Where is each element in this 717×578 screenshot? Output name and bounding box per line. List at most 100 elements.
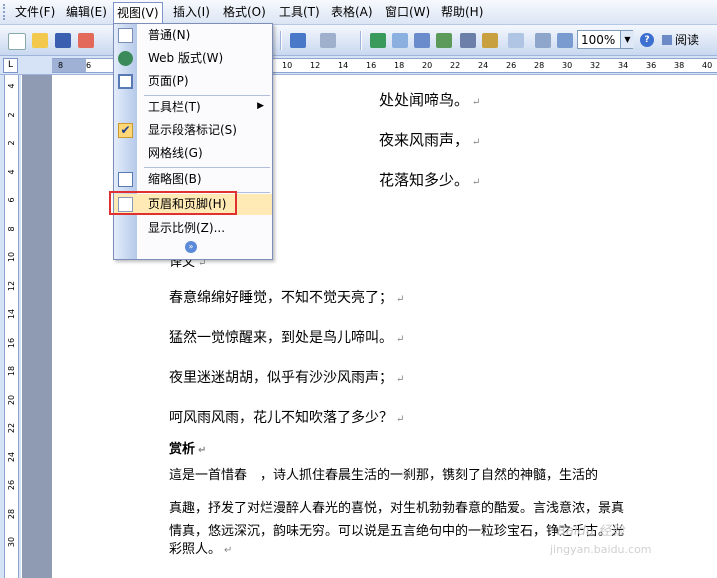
permission-icon[interactable] (78, 33, 94, 48)
menu-edit[interactable]: 编辑(E) (63, 4, 110, 20)
menu-item-zoom[interactable]: 显示比例(Z)... (114, 218, 272, 239)
menu-item-label: 显示段落标记(S) (148, 123, 237, 137)
ruler-number: 18 (7, 365, 16, 377)
read-icon (662, 35, 672, 45)
ruler-number: 20 (422, 61, 433, 70)
ruler-number: 10 (282, 61, 293, 70)
insert-table-icon[interactable] (414, 33, 430, 48)
ruler-number: 16 (366, 61, 377, 70)
expand-menu-icon[interactable]: » (185, 241, 197, 253)
menu-item-show-paragraph-marks[interactable]: ✔ 显示段落标记(S) (114, 120, 272, 141)
translation-line: 夜里迷迷胡胡，似乎有沙沙风雨声； ↵ (169, 370, 405, 386)
ruler-number: 4 (7, 168, 16, 175)
new-document-icon[interactable] (8, 33, 26, 50)
submenu-arrow-icon: ▶ (257, 101, 264, 111)
toolbar-separator (280, 31, 282, 50)
ruler-number: 40 (702, 61, 713, 70)
web-layout-icon (118, 51, 133, 66)
ruler-number: 10 (7, 251, 16, 263)
print-layout-icon (118, 74, 133, 89)
ruler-row: L 86422468101214161820222426283032343638… (0, 56, 717, 75)
appreciation-heading: 赏析 ↵ (169, 442, 207, 457)
undo-icon[interactable] (290, 33, 306, 48)
menu-item-thumbnails[interactable]: 缩略图(B) (114, 169, 272, 190)
page-gutter (22, 75, 52, 578)
menu-item-gridlines[interactable]: 网格线(G) (114, 143, 272, 164)
zoom-dropdown-arrow-icon[interactable]: ▼ (620, 31, 634, 48)
menu-item-label: 页面(P) (148, 74, 189, 88)
tab-selector[interactable]: L (3, 58, 18, 73)
translation-line: 春意绵绵好睡觉，不知不觉天亮了； ↵ (169, 290, 405, 306)
menu-item-label: 显示比例(Z)... (148, 221, 226, 235)
ruler-number: 12 (7, 280, 16, 291)
menu-item-web-layout[interactable]: Web 版式(W) (114, 48, 272, 69)
ruler-number: 22 (450, 61, 461, 70)
ruler-number: 28 (534, 61, 545, 70)
normal-view-icon (118, 28, 133, 43)
show-hide-icon[interactable] (535, 33, 551, 48)
toolbar-separator (360, 31, 362, 50)
menu-item-label: 工具栏(T) (148, 100, 201, 114)
poem-line: 处处闻啼鸟。 ↵ (379, 91, 481, 109)
appreciation-line: 這是一首惜春 ，诗人抓住春晨生活的一刹那，镌刻了自然的神髓，生活的 (169, 468, 599, 483)
ruler-number: 8 (7, 225, 16, 232)
ruler-number: 12 (310, 61, 321, 70)
watermark-url: jingyan.baidu.com (550, 543, 652, 556)
ruler-number: 36 (646, 61, 657, 70)
highlight-callout (109, 191, 237, 215)
vertical-ruler[interactable]: 4 2 2 4 6 8 10 12 14 16 18 20 22 24 26 28 30 (4, 75, 19, 578)
ruler-number: 30 (562, 61, 573, 70)
redo-icon[interactable] (320, 33, 336, 48)
drawing-icon[interactable] (482, 33, 498, 48)
menu-tools[interactable]: 工具(T) (276, 4, 323, 20)
poem-line: 夜来风雨声， ↵ (379, 131, 481, 149)
tables-borders-icon[interactable] (392, 33, 408, 48)
vertical-ruler-area: 4 2 2 4 6 8 10 12 14 16 18 20 22 24 26 28 30 (0, 75, 21, 578)
help-icon[interactable]: ? (640, 33, 654, 47)
save-icon[interactable] (55, 33, 71, 48)
menu-insert[interactable]: 插入(I) (170, 4, 213, 20)
menu-item-label: 网格线(G) (148, 146, 203, 160)
read-label: 阅读 (675, 33, 700, 47)
ruler-number: 20 (7, 394, 16, 405)
ink-icon[interactable] (557, 33, 573, 48)
ruler-number: 14 (7, 308, 16, 320)
ruler-number: 22 (7, 422, 16, 434)
menu-table[interactable]: 表格(A) (328, 4, 376, 20)
menu-window[interactable]: 窗口(W) (382, 4, 433, 20)
menu-separator (144, 95, 270, 96)
menu-bar: 文件(F) 编辑(E) 视图(V) 插入(I) 格式(O) 工具(T) 表格(A… (0, 0, 717, 25)
read-mode-button[interactable]: 阅读 (662, 31, 699, 49)
translation-line: 猛然一觉惊醒来，到处是鸟儿啼叫。 ↵ (169, 330, 405, 346)
menu-view[interactable]: 视图(V) (113, 2, 163, 24)
menubar-grip[interactable] (3, 4, 8, 20)
checkmark-icon: ✔ (118, 123, 133, 138)
menu-file[interactable]: 文件(F) (12, 4, 58, 20)
hyperlink-icon[interactable] (370, 33, 386, 48)
watermark-logo: Baidu 经验 (557, 524, 625, 539)
ruler-number: 34 (618, 61, 629, 70)
ruler-number: 2 (7, 111, 16, 118)
menu-item-print-layout[interactable]: 页面(P) (114, 71, 272, 92)
menu-item-toolbars[interactable]: 工具栏(T) ▶ (114, 97, 272, 118)
standard-toolbar: 100% ▼ ? 阅读 (0, 25, 717, 56)
appreciation-line: 真趣，抒发了对烂漫醉人春光的喜悦，对生机勃勃春意的酷爱。言浅意浓，景真 (169, 501, 625, 516)
columns-icon[interactable] (460, 33, 476, 48)
appreciation-line: 情真，悠远深沉，韵味无穷。可以说是五言绝句中的一粒珍宝石，铮之千古。光 (169, 524, 625, 539)
menu-format[interactable]: 格式(O) (220, 4, 269, 20)
ruler-number: 32 (590, 61, 601, 70)
ruler-number: 18 (394, 61, 405, 70)
ruler-number: 16 (7, 337, 16, 348)
open-folder-icon[interactable] (32, 33, 48, 48)
ruler-number: 38 (674, 61, 685, 70)
document-map-icon[interactable] (508, 33, 524, 48)
menu-item-label: 普通(N) (148, 28, 191, 42)
ruler-number: 6 (86, 61, 92, 70)
ruler-number: 30 (7, 536, 16, 548)
menu-item-label: Web 版式(W) (148, 51, 224, 65)
insert-excel-icon[interactable] (436, 33, 452, 48)
menu-item-normal[interactable]: 普通(N) (114, 25, 272, 46)
menu-help[interactable]: 帮助(H) (438, 4, 486, 20)
ruler-number: 2 (7, 140, 16, 146)
view-menu-dropdown: 普通(N) Web 版式(W) 页面(P) 工具栏(T) ▶ ✔ 显示段落标记(… (113, 23, 273, 260)
